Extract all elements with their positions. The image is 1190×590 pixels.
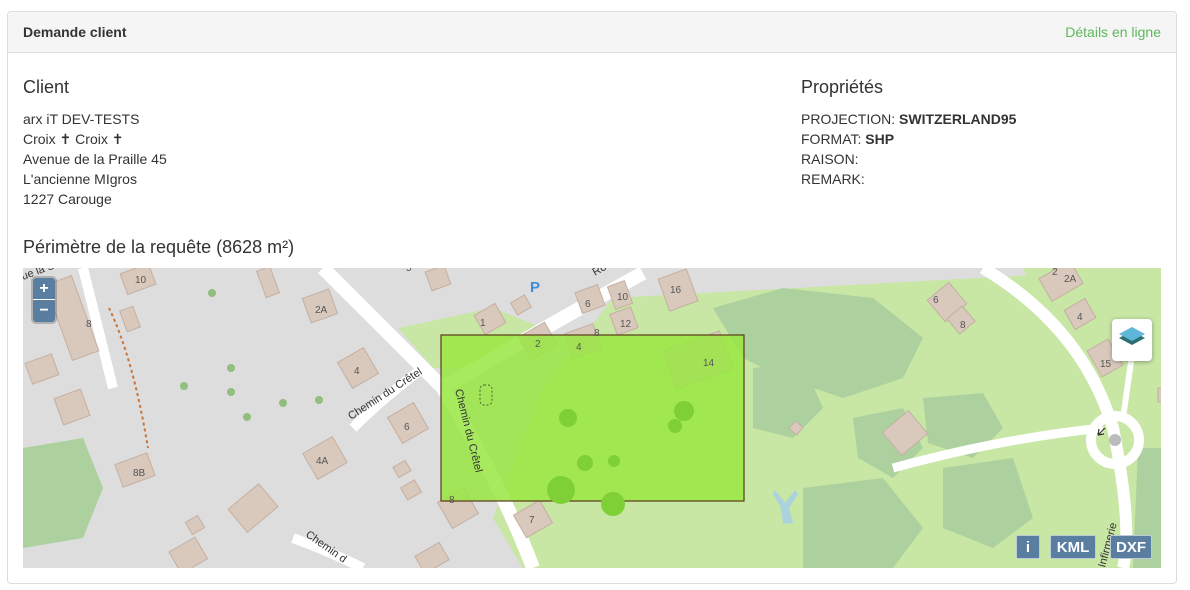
house-number: 6 (404, 422, 410, 433)
house-number: 4 (354, 366, 360, 377)
property-value: SHP (865, 131, 895, 147)
client-heading: Client (23, 77, 70, 97)
layer-switcher-button[interactable] (1112, 319, 1152, 361)
dxf-export-button[interactable]: DXF (1110, 535, 1152, 559)
property-remark: REMARK: (801, 169, 1016, 189)
client-line: arx iT DEV-TESTS (23, 111, 140, 127)
property-label: REMARK: (801, 171, 865, 187)
panel-title: Demande client (23, 24, 127, 40)
map-view[interactable]: 10 8 2A 4 6 4A 8B 5 1 2 4 8 6 10 12 16 1… (23, 268, 1161, 568)
request-perimeter-polygon (440, 334, 745, 502)
client-line: Avenue de la Praille 45 (23, 151, 167, 167)
house-number: 15 (1100, 359, 1112, 370)
house-number: 14 (703, 358, 715, 369)
house-number: 7 (529, 515, 535, 526)
house-number: 2 (1052, 268, 1058, 278)
zoom-control: + − (33, 278, 55, 322)
property-raison: RAISON: (801, 149, 1016, 169)
house-number: 4 (576, 342, 582, 353)
properties-list: PROJECTION: SWITZERLAND95 FORMAT: SHP RA… (801, 109, 1016, 189)
house-number: 2A (1064, 274, 1077, 285)
panel-heading: Demande client Détails en ligne (8, 12, 1176, 53)
house-number: 8 (86, 319, 92, 330)
details-online-link[interactable]: Détails en ligne (1065, 24, 1161, 40)
map-canvas[interactable]: 10 8 2A 4 6 4A 8B 5 1 2 4 8 6 10 12 16 1… (23, 268, 1161, 568)
client-line: 1227 Carouge (23, 191, 112, 207)
info-button[interactable]: i (1016, 535, 1040, 559)
property-label: PROJECTION: (801, 111, 896, 127)
client-address: arx iT DEV-TESTS Croix ✝ Croix ✝ Avenue … (23, 109, 167, 209)
parking-icon: P (530, 279, 540, 296)
property-projection: PROJECTION: SWITZERLAND95 (801, 109, 1016, 129)
house-number: 2A (315, 305, 328, 316)
house-number: 8 (594, 328, 600, 339)
house-number: 5 (406, 268, 412, 274)
house-number: 6 (585, 299, 591, 310)
request-panel: Demande client Détails en ligne Client a… (7, 11, 1177, 584)
house-number: 1 (480, 318, 486, 329)
property-label: RAISON: (801, 151, 859, 167)
properties-heading: Propriétés (801, 77, 884, 97)
house-number: 10 (617, 292, 629, 303)
client-line: Croix ✝ Croix ✝ (23, 131, 124, 147)
house-number: 8 (960, 320, 966, 331)
house-number: 2 (535, 339, 541, 350)
house-number: 16 (670, 285, 682, 296)
house-number: 12 (620, 319, 632, 330)
house-number: 6 (933, 295, 939, 306)
layers-icon (1119, 327, 1145, 345)
zoom-in-button[interactable]: + (33, 278, 55, 300)
property-format: FORMAT: SHP (801, 129, 1016, 149)
house-number: 10 (135, 275, 147, 286)
house-number: 8 (449, 495, 455, 506)
house-number: 4 (1077, 312, 1083, 323)
roundabout-center (1109, 434, 1121, 446)
house-number: 8B (133, 468, 146, 479)
house-number: 4A (316, 456, 329, 467)
zoom-out-button[interactable]: − (33, 300, 55, 322)
client-line: L'ancienne MIgros (23, 171, 137, 187)
property-label: FORMAT: (801, 131, 862, 147)
perimeter-heading: Périmètre de la requête (8628 m²) (23, 237, 295, 257)
property-value: SWITZERLAND95 (899, 111, 1017, 127)
kml-export-button[interactable]: KML (1050, 535, 1096, 559)
